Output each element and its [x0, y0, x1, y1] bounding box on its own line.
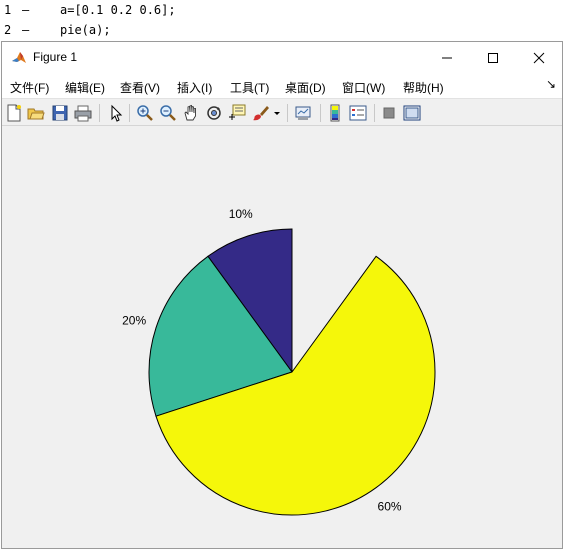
show-plot-tools-icon[interactable] — [403, 104, 421, 122]
code-line-1[interactable]: 1 – a=[0.1 0.2 0.6]; — [0, 0, 565, 20]
zoom-in-icon[interactable] — [136, 104, 154, 122]
data-cursor-icon[interactable] — [228, 104, 246, 122]
code-line-2[interactable]: 2 – pie(a); — [0, 20, 565, 40]
save-icon[interactable] — [51, 104, 69, 122]
pie-chart[interactable]: 10% 20% 60% — [2, 126, 562, 548]
code-text[interactable]: a=[0.1 0.2 0.6]; — [60, 3, 176, 17]
menu-help[interactable]: 帮助(H) — [403, 79, 444, 96]
zoom-out-icon[interactable] — [159, 104, 177, 122]
open-icon[interactable] — [27, 104, 45, 122]
toolbar-separator — [129, 104, 130, 122]
new-figure-icon[interactable] — [5, 104, 23, 122]
code-editor: 1 – a=[0.1 0.2 0.6]; 2 – pie(a); — [0, 0, 565, 44]
dock-arrow-icon[interactable]: ↘ — [546, 77, 556, 91]
code-text[interactable]: pie(a); — [60, 23, 111, 37]
link-plot-icon[interactable] — [294, 104, 312, 122]
maximize-icon — [488, 53, 498, 63]
figure-toolbar — [2, 98, 562, 126]
figure-window: Figure 1 文件(F) 编辑(E) 查看(V) 插入(I) 工具(T) 桌… — [1, 41, 563, 549]
hide-plot-tools-icon[interactable] — [380, 104, 398, 122]
breakpoint-marker[interactable]: – — [22, 3, 29, 17]
minimize-button[interactable] — [424, 42, 470, 74]
title-bar[interactable]: Figure 1 — [2, 42, 562, 74]
matlab-logo-icon — [11, 50, 27, 66]
breakpoint-marker[interactable]: – — [22, 23, 29, 37]
close-button[interactable] — [516, 42, 562, 74]
line-number: 2 — [4, 23, 12, 37]
minimize-icon — [442, 57, 452, 59]
menu-edit[interactable]: 编辑(E) — [65, 79, 105, 96]
toolbar-separator — [320, 104, 321, 122]
menu-file[interactable]: 文件(F) — [10, 79, 49, 96]
maximize-button[interactable] — [470, 42, 516, 74]
close-icon — [533, 52, 545, 64]
toolbar-separator — [99, 104, 100, 122]
line-number: 1 — [4, 3, 12, 17]
colorbar-icon[interactable] — [326, 104, 344, 122]
toolbar-separator — [287, 104, 288, 122]
rotate-3d-icon[interactable] — [205, 104, 223, 122]
print-icon[interactable] — [74, 104, 92, 122]
menu-tools[interactable]: 工具(T) — [230, 79, 269, 96]
menu-view[interactable]: 查看(V) — [120, 79, 160, 96]
menu-insert[interactable]: 插入(I) — [177, 79, 212, 96]
pan-icon[interactable] — [182, 104, 200, 122]
toolbar-separator — [374, 104, 375, 122]
menu-bar: 文件(F) 编辑(E) 查看(V) 插入(I) 工具(T) 桌面(D) 窗口(W… — [2, 74, 562, 98]
pointer-icon[interactable] — [107, 104, 125, 122]
pie-label-1: 10% — [229, 207, 253, 221]
window-title: Figure 1 — [33, 50, 78, 64]
menu-window[interactable]: 窗口(W) — [342, 79, 385, 96]
figure-canvas[interactable]: 10% 20% 60% — [2, 126, 562, 548]
brush-dropdown-icon[interactable] — [272, 104, 282, 122]
pie-label-2: 20% — [122, 314, 146, 328]
pie-label-3: 60% — [378, 499, 402, 513]
brush-icon[interactable] — [252, 104, 270, 122]
legend-icon[interactable] — [349, 104, 367, 122]
menu-desktop[interactable]: 桌面(D) — [285, 79, 326, 96]
